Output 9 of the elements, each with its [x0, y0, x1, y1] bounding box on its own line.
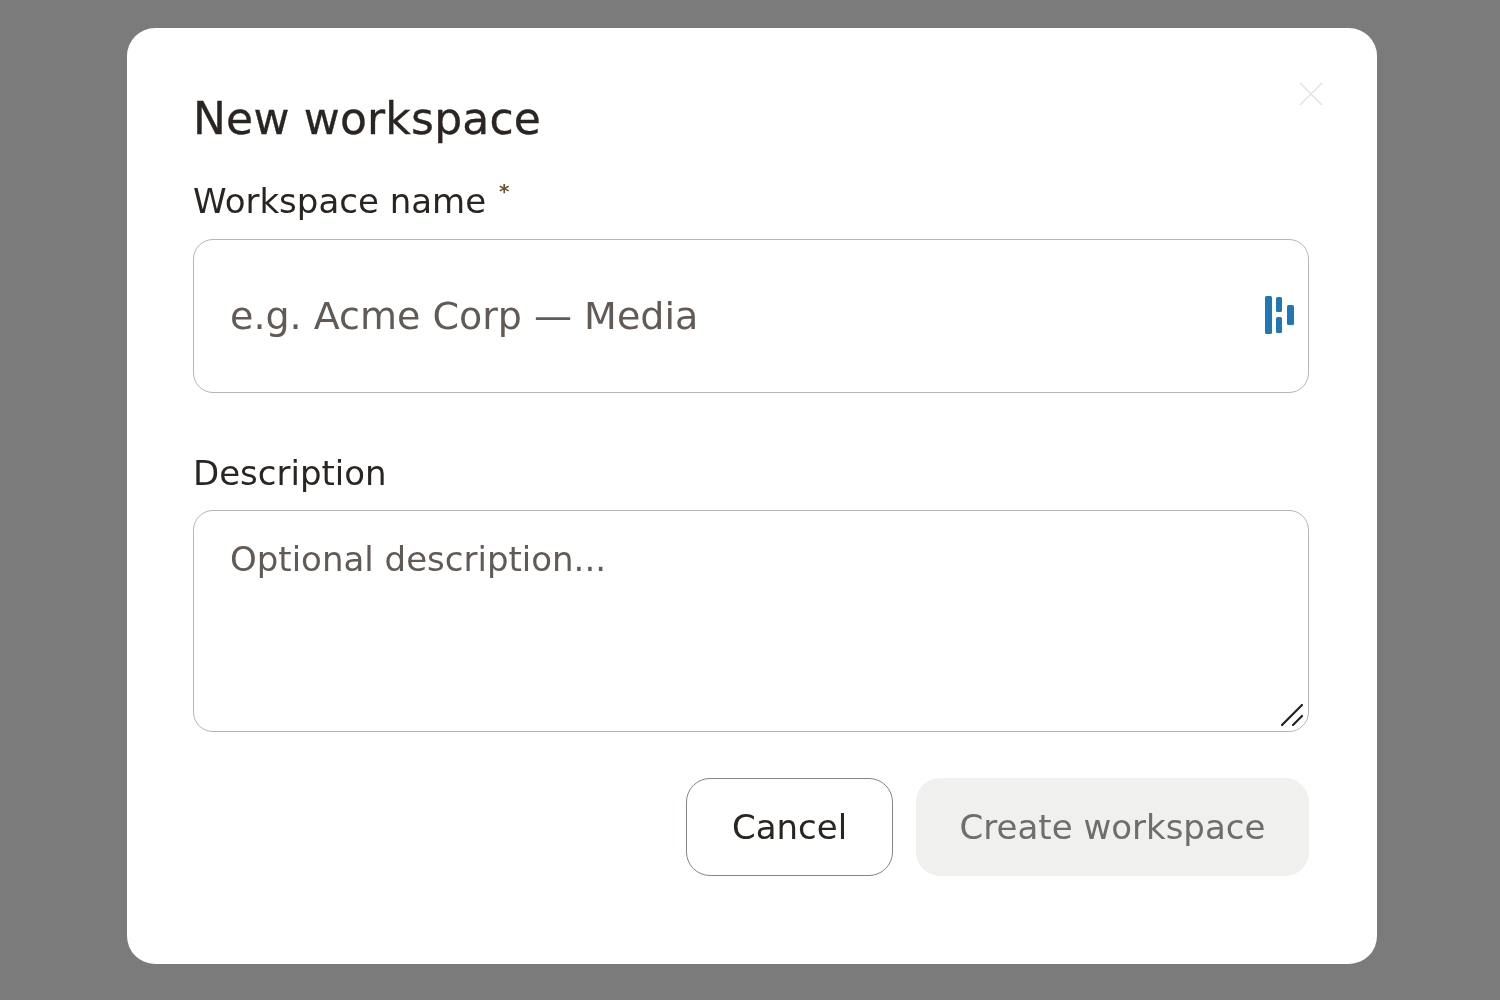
textarea-field[interactable]: Optional description... [193, 510, 1309, 733]
cancel-button[interactable]: Cancel [686, 778, 893, 877]
bars-icon[interactable] [1265, 295, 1295, 334]
field-label: Workspace name [193, 180, 487, 222]
required-mark: * [499, 180, 510, 201]
dialog-title: New workspace [193, 93, 542, 146]
input-field[interactable]: e.g. Acme Corp — Media [193, 238, 1309, 393]
field-label: Description [193, 452, 387, 494]
resize-handle-icon[interactable] [1281, 704, 1303, 727]
